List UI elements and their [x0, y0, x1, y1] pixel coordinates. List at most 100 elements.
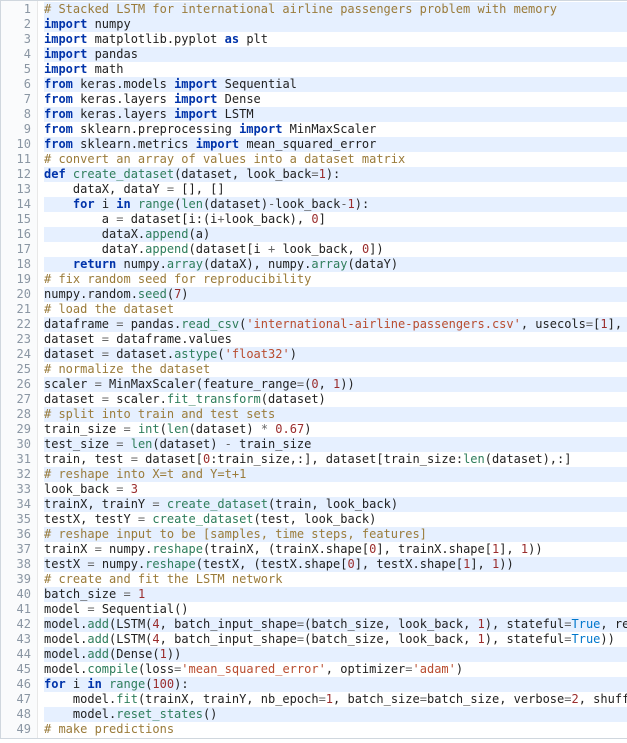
code-line[interactable]: from sklearn.preprocessing import MinMax…	[44, 122, 627, 137]
code-line[interactable]: from keras.models import Sequential	[44, 77, 627, 92]
code-line[interactable]: # convert an array of values into a data…	[44, 152, 627, 167]
code-line[interactable]: testX, testY = create_dataset(test, look…	[44, 512, 627, 527]
line-number: 35	[1, 512, 31, 527]
code-line[interactable]: return numpy.array(dataX), numpy.array(d…	[44, 257, 627, 272]
code-line[interactable]: # Stacked LSTM for international airline…	[44, 2, 627, 17]
code-line[interactable]: model.fit(trainX, trainY, nb_epoch=1, ba…	[44, 692, 627, 707]
code-line[interactable]: model.compile(loss='mean_squared_error',…	[44, 662, 627, 677]
code-line[interactable]: import pandas	[44, 47, 627, 62]
code-token: :train_size,:], dataset[train_size:	[210, 452, 463, 466]
code-line[interactable]: # normalize the dataset	[44, 362, 627, 377]
code-token	[102, 677, 109, 691]
code-line[interactable]: dataY.append(dataset[i + look_back, 0])	[44, 242, 627, 257]
code-token: ):	[174, 677, 188, 691]
code-line[interactable]: # split into train and test sets	[44, 407, 627, 422]
code-token: look_back),	[225, 212, 312, 226]
code-line[interactable]: model.add(LSTM(4, batch_input_shape=(bat…	[44, 632, 627, 647]
code-line[interactable]: import numpy	[44, 17, 627, 32]
code-line[interactable]: dataX.append(a)	[44, 227, 627, 242]
code-token: import	[174, 92, 217, 106]
code-line[interactable]: scaler = MinMaxScaler(feature_range=(0, …	[44, 377, 627, 392]
code-token: ])	[369, 242, 383, 256]
code-line[interactable]: dataframe = pandas.read_csv('internation…	[44, 317, 627, 332]
line-number: 6	[1, 77, 31, 92]
code-line[interactable]: a = dataset[i:(i+look_back), 0]	[44, 212, 627, 227]
line-number: 29	[1, 422, 31, 437]
code-token: , batch_input_shape	[160, 617, 297, 631]
code-token: =	[102, 332, 109, 346]
code-line[interactable]: model = Sequential()	[44, 602, 627, 617]
code-line[interactable]: dataset = dataframe.values	[44, 332, 627, 347]
code-token: =	[95, 377, 102, 391]
code-line[interactable]: import matplotlib.pyplot as plt	[44, 32, 627, 47]
code-line[interactable]: # reshape into X=t and Y=t+1	[44, 467, 627, 482]
code-line[interactable]: from keras.layers import LSTM	[44, 107, 627, 122]
code-line[interactable]: model.add(LSTM(4, batch_input_shape=(bat…	[44, 617, 627, 632]
code-line[interactable]: for i in range(len(dataset)-look_back-1)…	[44, 197, 627, 212]
code-token: (testX, (testX.shape[	[196, 557, 348, 571]
code-token: 1	[319, 167, 326, 181]
code-token: , shuffle	[579, 692, 627, 706]
code-token: 1	[138, 587, 145, 601]
code-line[interactable]: for i in range(100):	[44, 677, 627, 692]
code-token: def	[44, 167, 66, 181]
code-line[interactable]: model.add(Dense(1))	[44, 647, 627, 662]
code-line[interactable]: def create_dataset(dataset, look_back=1)…	[44, 167, 627, 182]
code-line[interactable]: # create and fit the LSTM network	[44, 572, 627, 587]
code-line[interactable]: from keras.layers import Dense	[44, 92, 627, 107]
code-line[interactable]: train_size = int(len(dataset) * 0.67)	[44, 422, 627, 437]
code-token: 'adam'	[413, 662, 456, 676]
code-line[interactable]: train, test = dataset[0:train_size,:], d…	[44, 452, 627, 467]
code-token: return	[73, 257, 116, 271]
line-number: 3	[1, 32, 31, 47]
line-number: 5	[1, 62, 31, 77]
code-token: from	[44, 92, 73, 106]
code-token: =	[123, 422, 130, 436]
code-token: )	[290, 347, 297, 361]
code-token: model	[44, 602, 87, 616]
code-token: 1	[600, 317, 607, 331]
code-token: as	[225, 32, 239, 46]
code-line[interactable]: dataset = scaler.fit_transform(dataset)	[44, 392, 627, 407]
code-token: len	[181, 197, 203, 211]
code-token: len	[167, 422, 189, 436]
code-token: look_back	[44, 482, 116, 496]
code-token: numpy.	[102, 542, 153, 556]
code-token: (batch_size, look_back,	[304, 617, 477, 631]
code-line[interactable]: import math	[44, 62, 627, 77]
code-token: Dense	[217, 92, 260, 106]
code-line[interactable]: # reshape input to be [samples, time ste…	[44, 527, 627, 542]
code-token: # Stacked LSTM for international airline…	[44, 2, 557, 16]
code-line[interactable]: test_size = len(dataset) - train_size	[44, 437, 627, 452]
code-token: ],	[470, 557, 492, 571]
code-line[interactable]: # load the dataset	[44, 302, 627, 317]
code-token: model.	[44, 617, 87, 631]
code-line[interactable]: batch_size = 1	[44, 587, 627, 602]
code-line[interactable]: # make predictions	[44, 722, 627, 737]
code-line[interactable]: from sklearn.metrics import mean_squared…	[44, 137, 627, 152]
code-line[interactable]: trainX = numpy.reshape(trainX, (trainX.s…	[44, 542, 627, 557]
code-line[interactable]: dataset = dataset.astype('float32')	[44, 347, 627, 362]
code-line[interactable]: # fix random seed for reproducibility	[44, 272, 627, 287]
code-token: math	[87, 62, 123, 76]
code-token: trainX	[44, 542, 95, 556]
code-token: 1	[478, 632, 485, 646]
code-line[interactable]: dataX, dataY = [], []	[44, 182, 627, 197]
code-token: 100	[152, 677, 174, 691]
code-area[interactable]: # Stacked LSTM for international airline…	[38, 1, 627, 738]
code-token: create_dataset	[73, 167, 174, 181]
code-line[interactable]: look_back = 3	[44, 482, 627, 497]
code-token	[123, 482, 130, 496]
line-number: 11	[1, 152, 31, 167]
line-number: 4	[1, 47, 31, 62]
line-number: 20	[1, 287, 31, 302]
code-line[interactable]: trainX, trainY = create_dataset(train, l…	[44, 497, 627, 512]
code-token: (train, look_back)	[268, 497, 398, 511]
code-line[interactable]: numpy.random.seed(7)	[44, 287, 627, 302]
code-line[interactable]: testX = numpy.reshape(testX, (testX.shap…	[44, 557, 627, 572]
line-number: 45	[1, 662, 31, 677]
code-token: # make predictions	[44, 722, 174, 736]
code-token: in	[87, 677, 101, 691]
code-token: # create and fit the LSTM network	[44, 572, 282, 586]
code-line[interactable]: model.reset_states()	[44, 707, 627, 722]
